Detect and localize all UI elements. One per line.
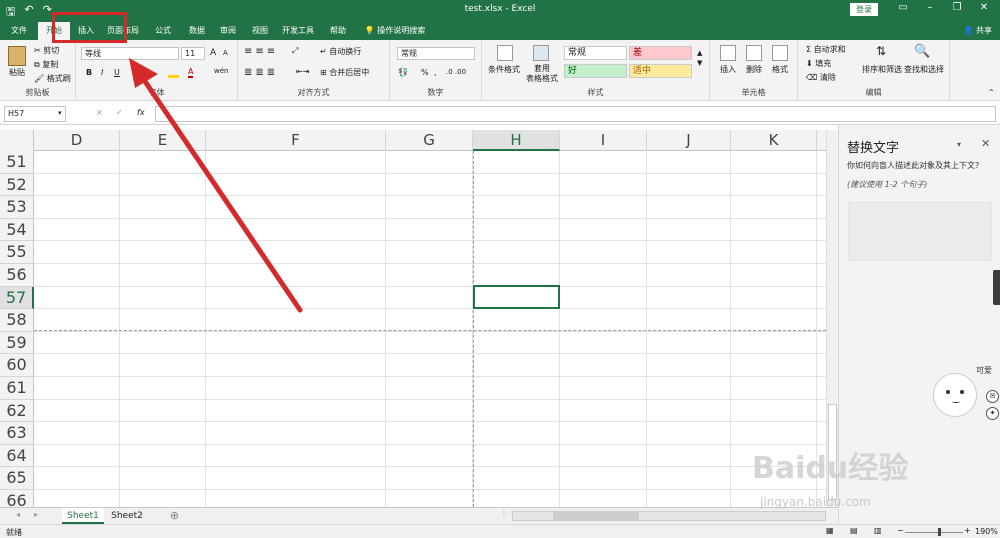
- arrow-shaft: [137, 71, 303, 313]
- baidu-watermark-url: jingyan.baidu.com: [760, 495, 871, 509]
- baidu-watermark: Baidu经验: [752, 451, 909, 486]
